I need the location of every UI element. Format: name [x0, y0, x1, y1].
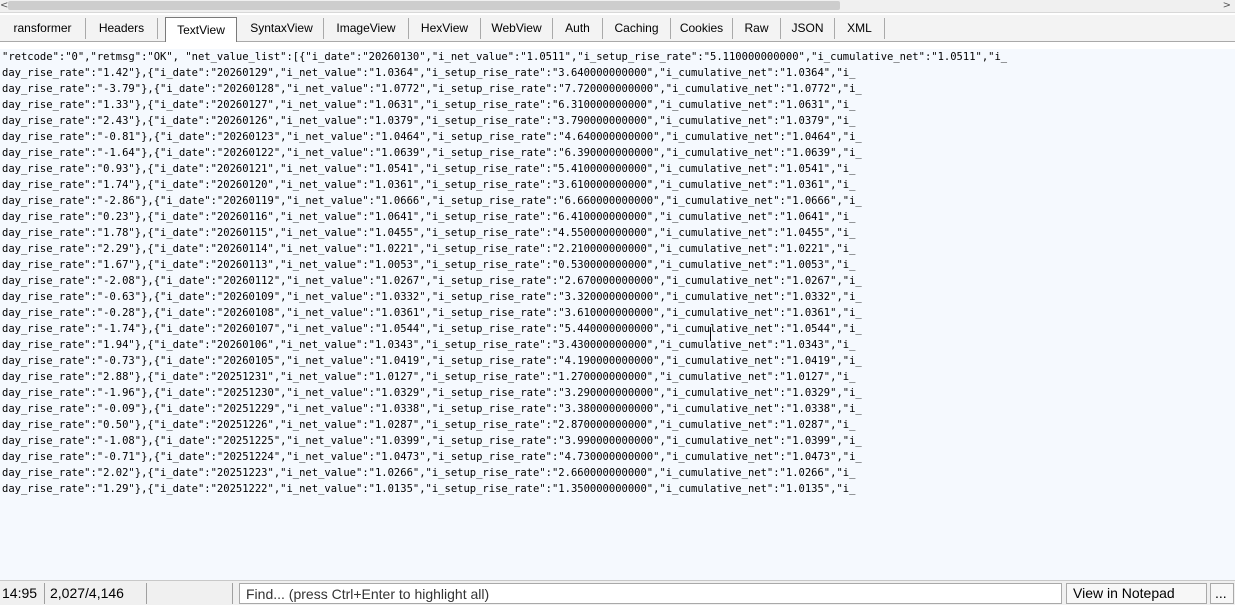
status-divider	[146, 583, 147, 604]
text-line: day_rise_rate":"-2.86"},{"i_date":"20260…	[2, 195, 862, 207]
text-line: day_rise_rate":"0.50"},{"i_date":"202512…	[2, 419, 856, 431]
text-line: day_rise_rate":"1.74"},{"i_date":"202601…	[2, 179, 856, 191]
response-text-area[interactable]: "retcode":"0","retmsg":"OK", "net_value_…	[0, 49, 1235, 580]
text-line: day_rise_rate":"1.94"},{"i_date":"202601…	[2, 339, 856, 351]
text-caret	[710, 327, 711, 341]
tab-imageview[interactable]: ImageView	[324, 18, 409, 39]
tab-caching[interactable]: Caching	[603, 18, 671, 39]
text-line: day_rise_rate":"0.93"},{"i_date":"202601…	[2, 163, 856, 175]
view-in-notepad-button[interactable]: View in Notepad	[1066, 583, 1207, 604]
text-line: day_rise_rate":"1.78"},{"i_date":"202601…	[2, 227, 856, 239]
text-line: day_rise_rate":"2.43"},{"i_date":"202601…	[2, 115, 856, 127]
cursor-position: 14:95	[2, 585, 38, 601]
text-line: day_rise_rate":"2.88"},{"i_date":"202512…	[2, 371, 856, 383]
text-line: day_rise_rate":"-0.73"},{"i_date":"20260…	[2, 355, 862, 367]
text-line: day_rise_rate":"-0.63"},{"i_date":"20260…	[2, 291, 862, 303]
tab-textview[interactable]: TextView	[165, 17, 237, 42]
more-options-button[interactable]: ...	[1210, 583, 1234, 604]
text-line: day_rise_rate":"-1.64"},{"i_date":"20260…	[2, 147, 862, 159]
text-line: day_rise_rate":"-0.71"},{"i_date":"20251…	[2, 451, 862, 463]
inspector-tab-strip: ransformer Headers TextView SyntaxView I…	[0, 15, 1235, 42]
text-line: day_rise_rate":"-0.09"},{"i_date":"20251…	[2, 403, 862, 415]
text-line: day_rise_rate":"1.67"},{"i_date":"202601…	[2, 259, 856, 271]
tab-webview[interactable]: WebView	[481, 18, 553, 39]
character-count: 2,027/4,146	[50, 585, 124, 601]
tab-transformer[interactable]: ransformer	[0, 18, 86, 39]
text-line: "retcode":"0","retmsg":"OK", "net_value_…	[2, 51, 1008, 63]
text-line: day_rise_rate":"1.29"},{"i_date":"202512…	[2, 483, 856, 495]
text-line: day_rise_rate":"-1.96"},{"i_date":"20251…	[2, 387, 862, 399]
horizontal-scrollbar[interactable]: < >	[0, 0, 1235, 13]
text-line: day_rise_rate":"1.42"},{"i_date":"202601…	[2, 67, 856, 79]
text-line: day_rise_rate":"-2.08"},{"i_date":"20260…	[2, 275, 862, 287]
tab-syntaxview[interactable]: SyntaxView	[240, 18, 324, 39]
tab-cookies[interactable]: Cookies	[671, 18, 733, 39]
tab-headers[interactable]: Headers	[86, 18, 158, 39]
tab-auth[interactable]: Auth	[553, 18, 603, 39]
status-divider	[44, 583, 45, 604]
text-line: day_rise_rate":"-1.08"},{"i_date":"20251…	[2, 435, 862, 447]
scrollbar-thumb[interactable]	[8, 1, 840, 10]
tab-json[interactable]: JSON	[781, 18, 835, 39]
tab-raw[interactable]: Raw	[733, 18, 781, 39]
status-bar: 14:95 2,027/4,146 View in Notepad ...	[0, 580, 1235, 605]
text-line: day_rise_rate":"2.29"},{"i_date":"202601…	[2, 243, 856, 255]
scroll-right-arrow-icon[interactable]: >	[1223, 0, 1231, 12]
find-input[interactable]	[239, 583, 1062, 604]
status-divider	[232, 583, 233, 604]
text-line: day_rise_rate":"-1.74"},{"i_date":"20260…	[2, 323, 862, 335]
text-line: day_rise_rate":"0.23"},{"i_date":"202601…	[2, 211, 856, 223]
text-line: day_rise_rate":"2.02"},{"i_date":"202512…	[2, 467, 856, 479]
tab-hexview[interactable]: HexView	[409, 18, 481, 39]
text-line: day_rise_rate":"-0.28"},{"i_date":"20260…	[2, 307, 862, 319]
text-line: day_rise_rate":"-0.81"},{"i_date":"20260…	[2, 131, 862, 143]
text-line: day_rise_rate":"-3.79"},{"i_date":"20260…	[2, 83, 862, 95]
tab-xml[interactable]: XML	[835, 18, 885, 39]
text-line: day_rise_rate":"1.33"},{"i_date":"202601…	[2, 99, 856, 111]
